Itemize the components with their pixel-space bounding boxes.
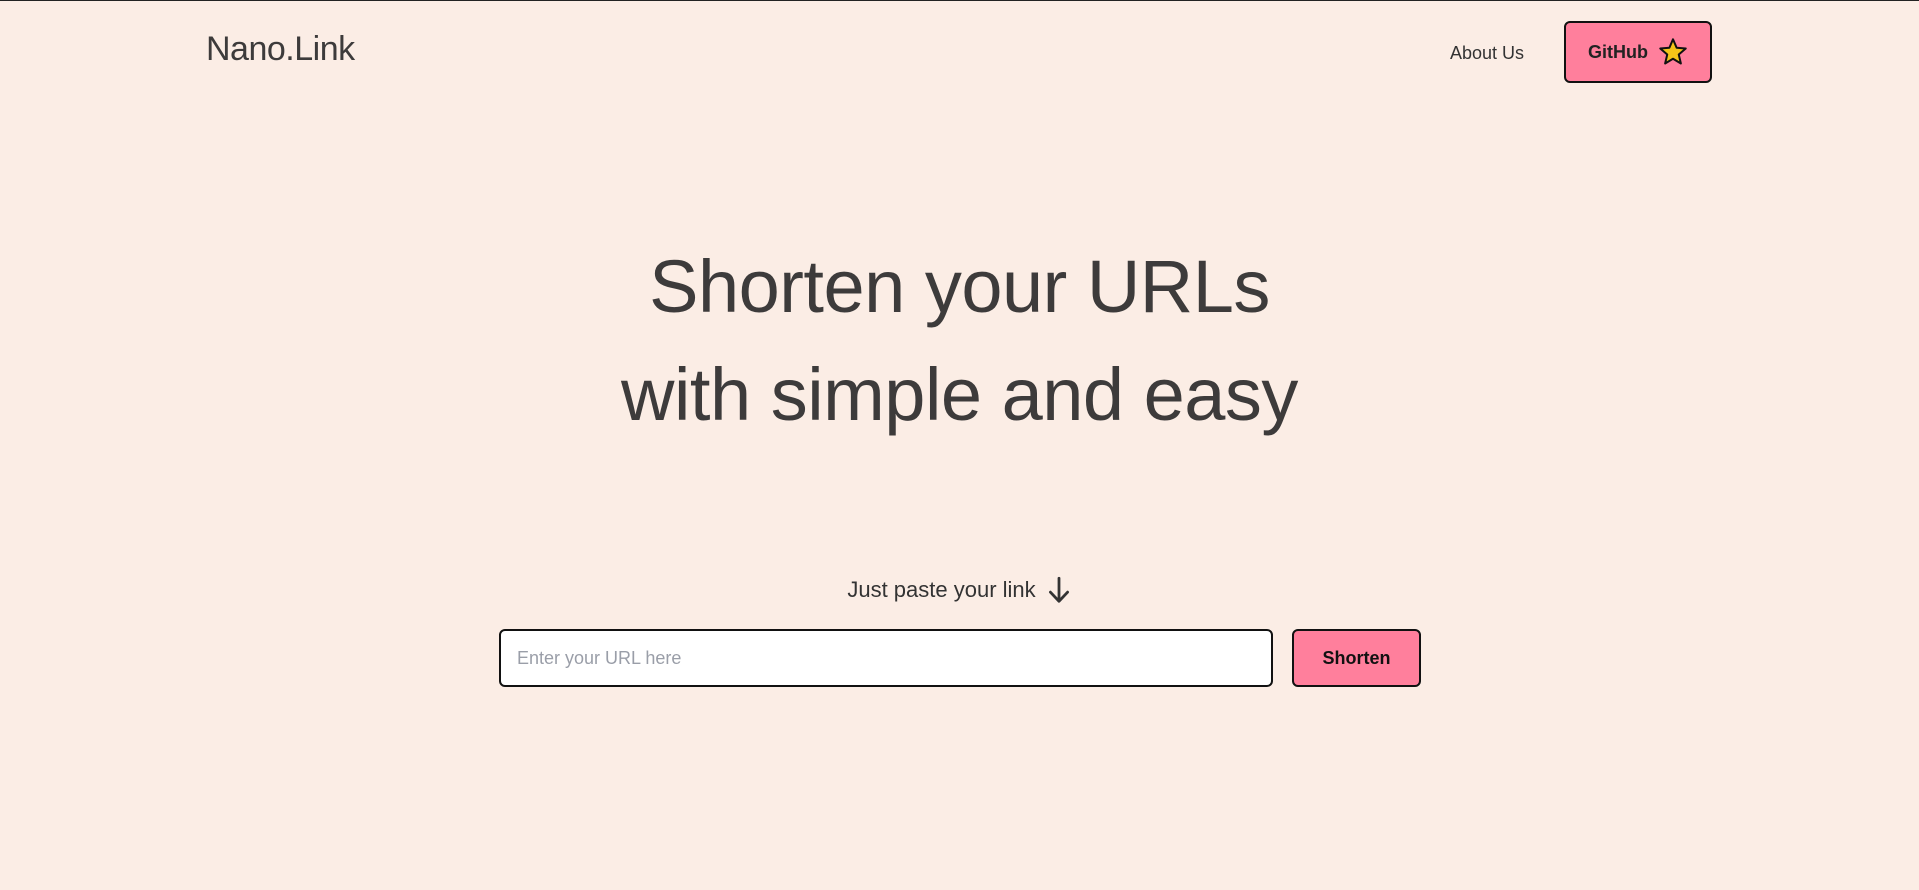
shorten-button[interactable]: Shorten xyxy=(1292,629,1421,687)
paste-prompt: Just paste your link xyxy=(0,575,1919,605)
hero-title-line-1: Shorten your URLs xyxy=(649,245,1270,328)
paste-prompt-label: Just paste your link xyxy=(847,577,1036,602)
github-button[interactable]: GitHub xyxy=(1564,21,1712,83)
github-button-label: GitHub xyxy=(1588,41,1648,62)
arrow-down-icon xyxy=(1048,576,1069,603)
star-icon xyxy=(1659,38,1687,65)
site-header: Nano.Link About Us GitHub xyxy=(0,1,1919,105)
nav-about-us-link[interactable]: About Us xyxy=(1450,43,1524,64)
url-input[interactable] xyxy=(499,629,1273,687)
hero-section: Shorten your URLs with simple and easy xyxy=(0,233,1919,449)
hero-title-line-2: with simple and easy xyxy=(621,353,1298,436)
site-logo[interactable]: Nano.Link xyxy=(206,30,355,69)
